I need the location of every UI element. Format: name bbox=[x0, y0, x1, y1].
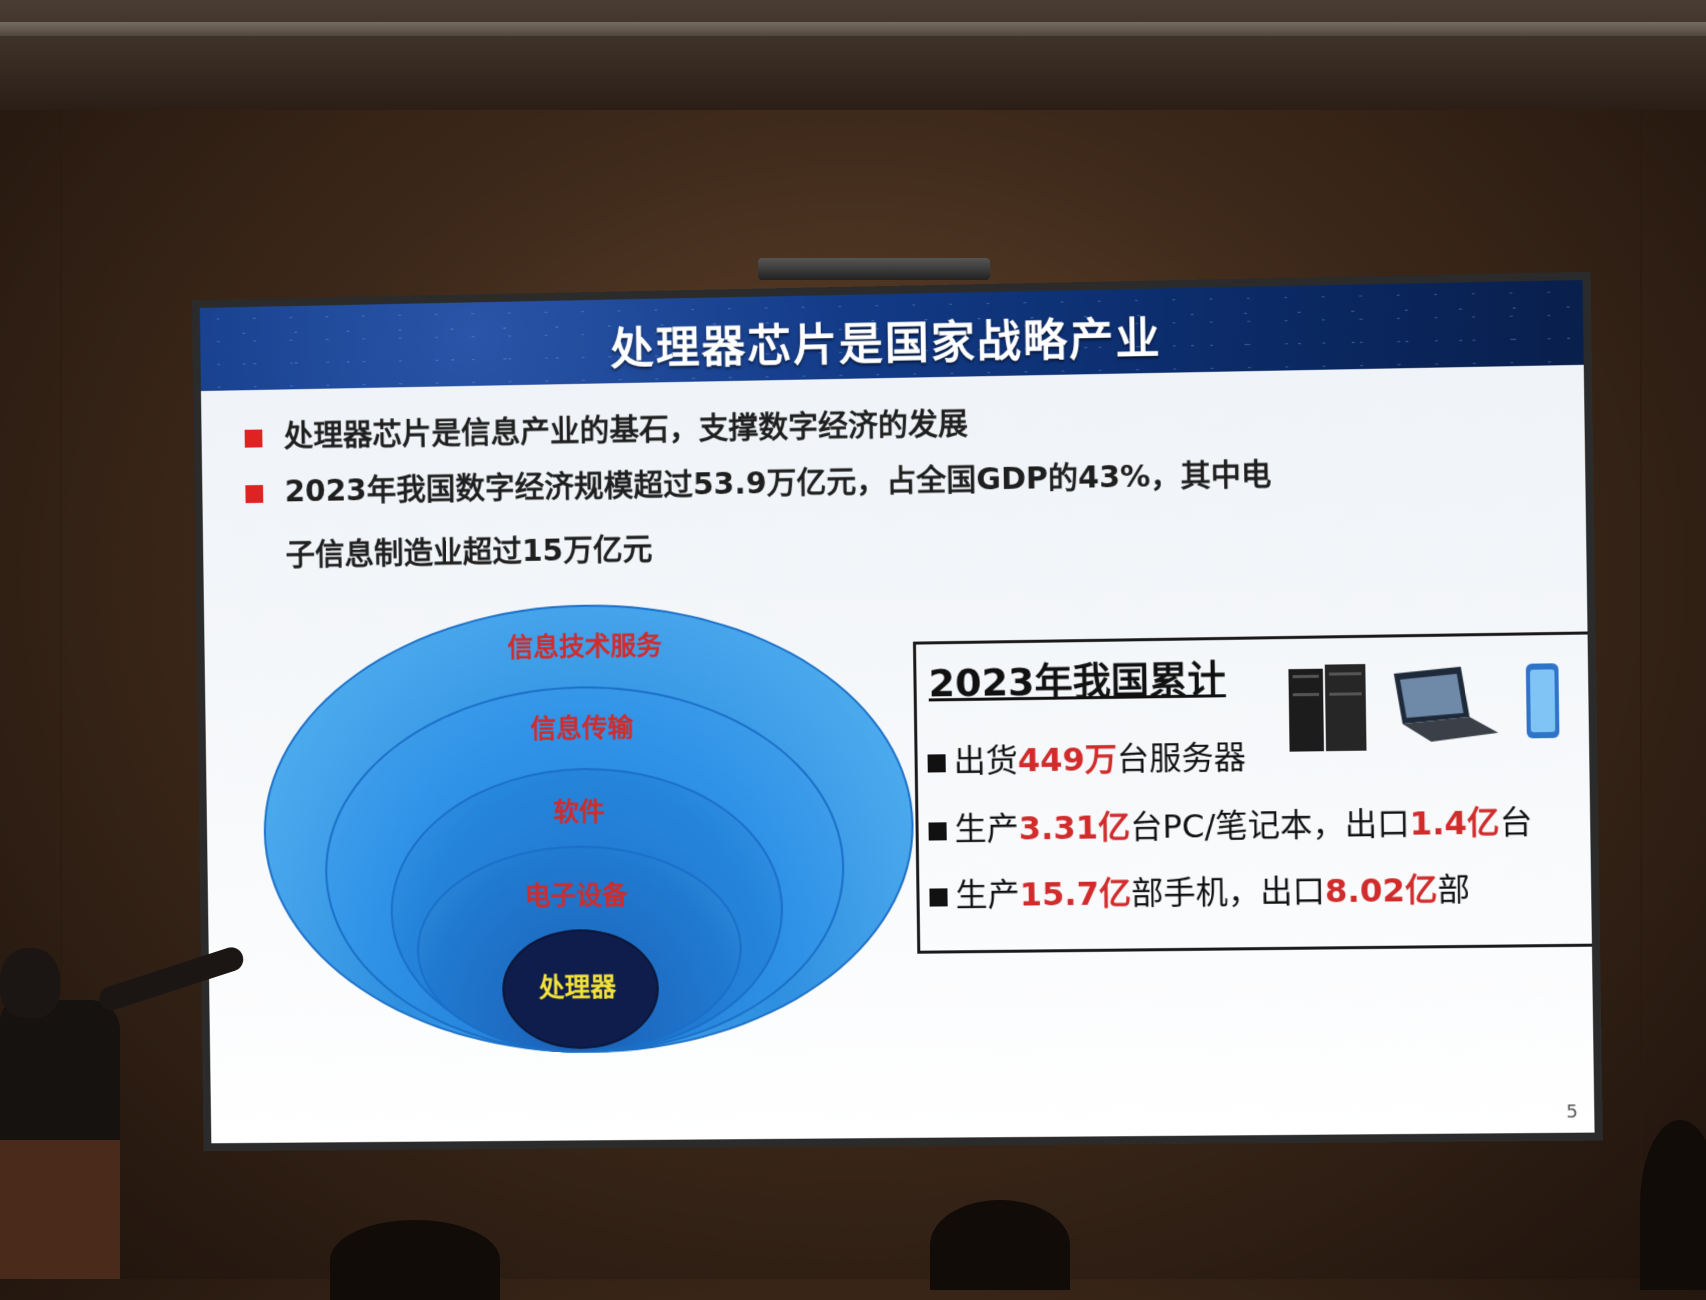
title-bar: 处理器芯片是国家战略产业 bbox=[199, 279, 1584, 392]
bullet-2-continuation: 子信息制造业超过15万亿元 bbox=[285, 531, 653, 573]
square-bullet-icon bbox=[929, 888, 948, 907]
stats-heading: 2023年我国累计 bbox=[928, 657, 1227, 706]
ring-label: 电子设备 bbox=[524, 881, 628, 913]
ring-label: 信息技术服务 bbox=[507, 631, 663, 664]
stat-line-phones: 生产15.7亿部手机，出口8.02亿部 bbox=[929, 864, 1470, 916]
stat-line-servers: 出货449万台服务器 bbox=[927, 732, 1246, 782]
wall-panel-seam bbox=[1640, 110, 1642, 1280]
red-square-bullet-icon bbox=[244, 429, 263, 448]
ring-label: 软件 bbox=[553, 797, 605, 829]
projector-bar bbox=[758, 258, 990, 280]
audience-head bbox=[1640, 1120, 1706, 1290]
ceiling bbox=[0, 0, 1706, 110]
ceiling-light-strip bbox=[0, 22, 1706, 36]
device-images bbox=[1288, 663, 1560, 752]
laptop-icon bbox=[1393, 666, 1499, 743]
ring-label: 信息传输 bbox=[530, 713, 634, 745]
stats-box: 2023年我国累计 出货449万台服务器 生产3.31亿台PC/笔记本，出口1.… bbox=[912, 631, 1595, 954]
server-rack-icon bbox=[1288, 664, 1367, 752]
square-bullet-icon bbox=[928, 822, 947, 841]
ring-label-core: 处理器 bbox=[538, 972, 617, 1004]
presenter-head bbox=[0, 948, 60, 1018]
audience-head bbox=[330, 1220, 500, 1300]
audience-head bbox=[930, 1200, 1070, 1290]
presenter-body bbox=[0, 1000, 120, 1140]
page-number: 5 bbox=[1566, 1101, 1579, 1123]
slide-title: 处理器芯片是国家战略产业 bbox=[609, 313, 1163, 376]
slide: 处理器芯片是国家战略产业 处理器芯片是信息产业的基石，支撑数字经济的发展 202… bbox=[199, 279, 1595, 1144]
red-square-bullet-icon bbox=[245, 484, 264, 503]
smartphone-icon bbox=[1525, 663, 1560, 739]
stat-line-pcs: 生产3.31亿台PC/笔记本，出口1.4亿台 bbox=[928, 797, 1533, 851]
square-bullet-icon bbox=[927, 754, 946, 773]
projection-screen: 处理器芯片是国家战略产业 处理器芯片是信息产业的基石，支撑数字经济的发展 202… bbox=[191, 271, 1603, 1152]
